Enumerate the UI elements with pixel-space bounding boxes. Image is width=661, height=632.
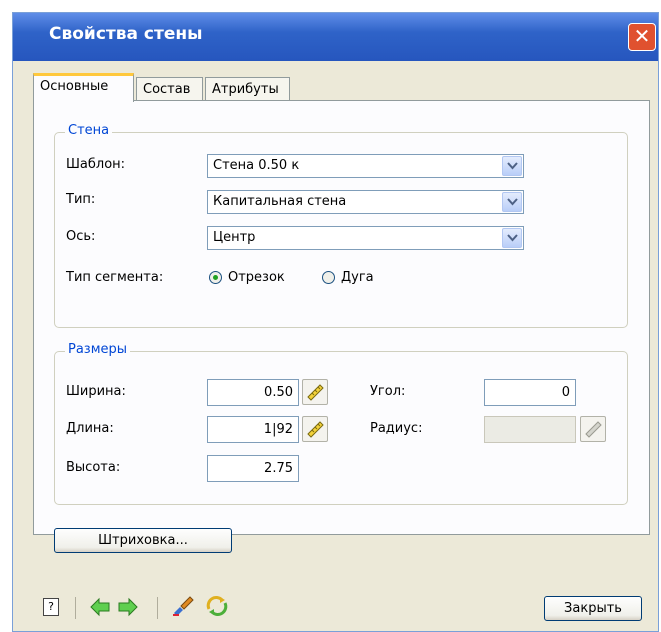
template-value: Стена 0.50 к [213,158,300,173]
size-group-legend: Размеры [65,342,131,357]
type-value: Капитальная стена [213,194,347,209]
radius-ruler-button [580,416,606,442]
close-button[interactable]: Закрыть [544,596,642,621]
refresh-icon[interactable] [205,595,229,617]
chevron-down-icon[interactable] [502,228,522,248]
window-title: Свойства стены [49,24,203,44]
chevron-down-icon[interactable] [502,192,522,212]
length-label: Длина: [66,421,114,436]
height-input[interactable]: 2.75 [207,455,299,482]
angle-input[interactable]: 0 [484,379,576,406]
close-window-button[interactable]: ✕ [628,23,656,51]
tab-main[interactable]: Основные [33,73,134,102]
tab-attributes[interactable]: Атрибуты [205,77,290,101]
segment-line-radio[interactable] [209,271,222,284]
hatching-button[interactable]: Штриховка... [54,528,232,553]
ruler-icon [307,384,324,401]
type-label: Тип: [66,192,96,207]
back-arrow-icon[interactable] [89,597,111,617]
axis-label: Ось: [66,229,96,244]
width-label: Ширина: [66,384,126,399]
radius-label: Радиус: [370,421,423,436]
template-select[interactable]: Стена 0.50 к [207,154,524,178]
angle-label: Угол: [370,384,406,399]
wall-properties-dialog: Свойства стены ✕ Основные Состав Атрибут… [12,12,659,632]
axis-select[interactable]: Центр [207,226,524,250]
chevron-down-icon[interactable] [502,156,522,176]
height-label: Высота: [66,460,121,475]
tab-composition[interactable]: Состав [136,77,203,101]
tab-panel: Стена Шаблон: Стена 0.50 к Тип: Капиталь… [33,100,650,553]
toolbar-separator [157,597,158,619]
segment-arc-radio[interactable] [322,271,335,284]
wall-group-legend: Стена [65,123,113,138]
segment-arc-label[interactable]: Дуга [341,270,374,285]
segment-type-label: Тип сегмента: [66,270,164,285]
type-select[interactable]: Капитальная стена [207,190,524,214]
ruler-icon [307,421,324,438]
length-ruler-button[interactable] [302,416,328,442]
ruler-disabled-icon [585,421,602,438]
width-input[interactable]: 0.50 [207,379,299,406]
segment-line-label[interactable]: Отрезок [228,270,285,285]
brush-icon[interactable] [171,595,195,617]
width-ruler-button[interactable] [302,379,328,405]
length-input[interactable]: 1|92 [207,416,299,443]
help-icon[interactable]: ? [43,598,59,616]
toolbar-separator [75,597,76,619]
axis-value: Центр [213,230,256,245]
template-label: Шаблон: [66,157,126,172]
radius-input [484,416,576,443]
title-bar[interactable]: Свойства стены ✕ [13,13,658,61]
radio-selected-dot [213,275,218,280]
forward-arrow-icon[interactable] [117,597,139,617]
